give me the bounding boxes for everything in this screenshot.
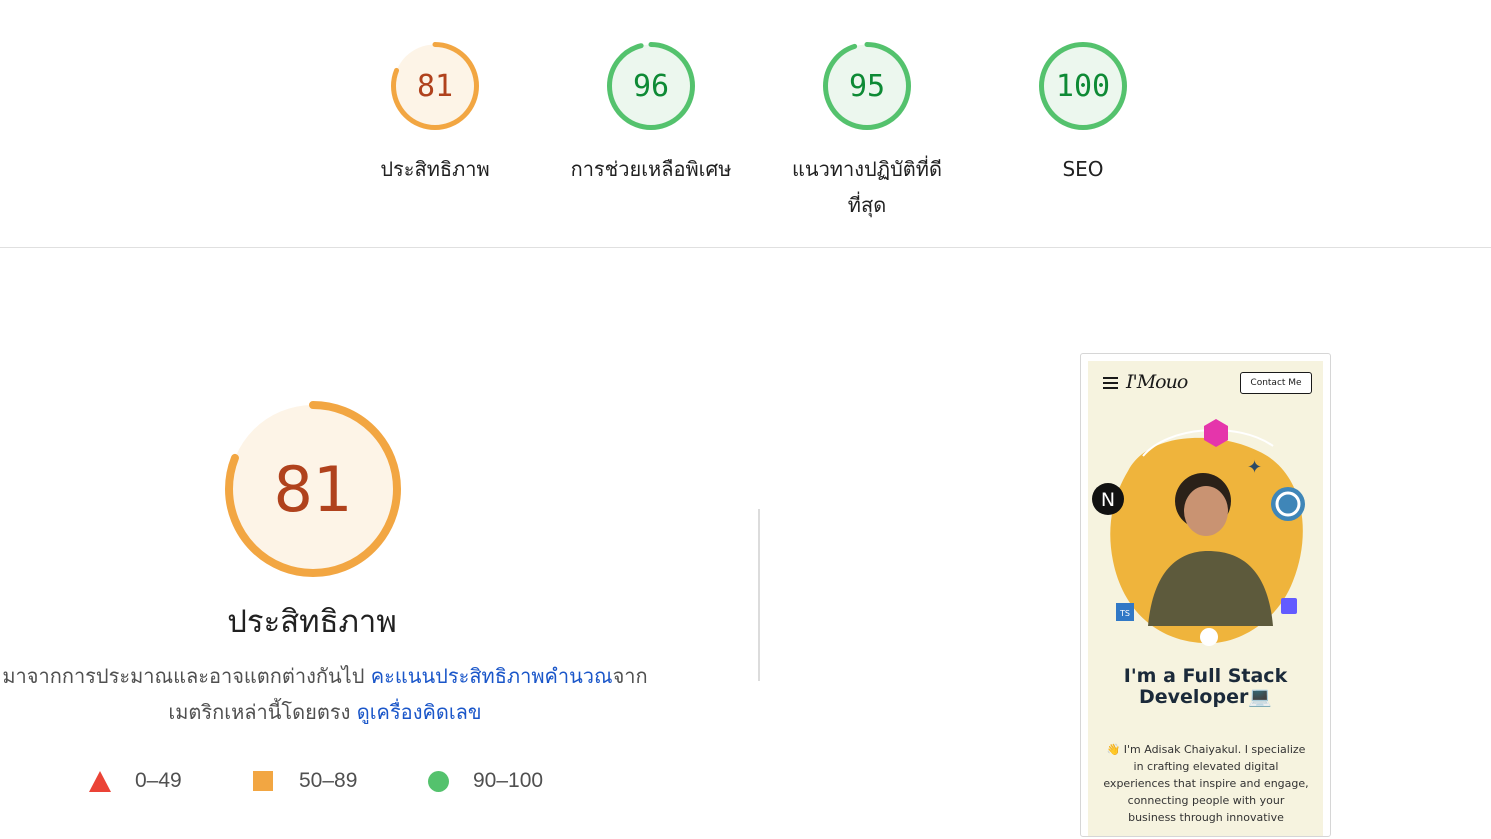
- performance-title: ประสิทธิภาพ: [227, 604, 397, 640]
- square-icon: [253, 771, 273, 791]
- performance-gauge: 81: [224, 400, 402, 578]
- score-value: 95: [848, 69, 886, 104]
- headline-line: I'm a Full Stack: [1123, 665, 1288, 687]
- desc-text: จาก: [612, 664, 648, 688]
- gauge-performance[interactable]: 81 ประสิทธิภาพ: [335, 41, 535, 187]
- category-scores: 81 ประสิทธิภาพ 96 การช่วยเหลือพิเศษ 95 แ…: [0, 0, 1491, 248]
- score-ring: 96: [606, 41, 696, 131]
- score-value: 100: [1055, 69, 1111, 104]
- legend-range: 90–100: [473, 769, 544, 792]
- hero-illustration: N TS ✦: [1092, 419, 1305, 646]
- score-calc-link[interactable]: คะแนนประสิทธิภาพคำนวณ: [371, 664, 613, 688]
- legend-range: 0–49: [135, 769, 182, 792]
- gauge-best-practices[interactable]: 95 แนวทางปฏิบัติที่ดีที่สุด: [767, 41, 967, 223]
- score-value: 81: [416, 69, 454, 104]
- vertical-divider: [758, 509, 760, 681]
- stripe-icon: [1281, 598, 1297, 614]
- calculator-link[interactable]: ดูเครื่องคิดเลข: [357, 700, 482, 724]
- hero-body: 👋 I'm Adisak Chaiyakul. I specialize in …: [1103, 743, 1309, 824]
- gauge-label: SEO: [1062, 157, 1104, 181]
- headline-line: Developer💻: [1138, 686, 1272, 708]
- sparkle-icon: ✦: [1247, 457, 1262, 478]
- score-ring: 95: [822, 41, 912, 131]
- gauge-label: การช่วยเหลือพิเศษ: [570, 157, 732, 181]
- section-divider: [0, 247, 1491, 248]
- person-face: [1184, 486, 1228, 536]
- hero-headline: I'm a Full Stack Developer💻: [1088, 666, 1323, 708]
- legend-fail: 0–49: [89, 764, 182, 798]
- triangle-icon: [89, 770, 111, 792]
- gauge-seo[interactable]: 100 SEO: [983, 41, 1183, 187]
- menu-icon: [1103, 377, 1118, 389]
- screenshot-page: I'Mouo Contact Me N TS ✦ I'm a Full Stac…: [1088, 361, 1323, 836]
- performance-score: 81: [273, 453, 353, 526]
- site-logo: I'Mouo: [1126, 371, 1188, 393]
- legend-pass: 90–100: [428, 764, 543, 798]
- contact-button: Contact Me: [1240, 372, 1312, 394]
- site-nav: I'Mouo Contact Me: [1088, 371, 1323, 397]
- gauge-label: แนวทางปฏิบัติที่ดีที่สุด: [792, 157, 942, 217]
- score-ring: 100: [1038, 41, 1128, 131]
- tailwind-icon: [1200, 628, 1218, 646]
- performance-description: มาจากการประมาณและอาจแตกต่างกันไป คะแนนปร…: [0, 658, 670, 730]
- gauge-accessibility[interactable]: 96 การช่วยเหลือพิเศษ: [551, 41, 751, 187]
- score-value: 96: [632, 69, 670, 104]
- circle-icon: [428, 770, 449, 792]
- ts-glyph: TS: [1119, 609, 1130, 618]
- gauge-label: ประสิทธิภาพ: [380, 157, 490, 181]
- final-screenshot[interactable]: I'Mouo Contact Me N TS ✦ I'm a Full Stac…: [1080, 353, 1331, 837]
- legend-average: 50–89: [253, 764, 357, 798]
- desc-text: เมตริกเหล่านี้โดยตรง: [168, 700, 357, 724]
- score-ring: 81: [390, 41, 480, 131]
- desc-text: มาจากการประมาณและอาจแตกต่างกันไป: [2, 664, 371, 688]
- legend-range: 50–89: [299, 769, 358, 792]
- nextjs-glyph: N: [1101, 489, 1115, 511]
